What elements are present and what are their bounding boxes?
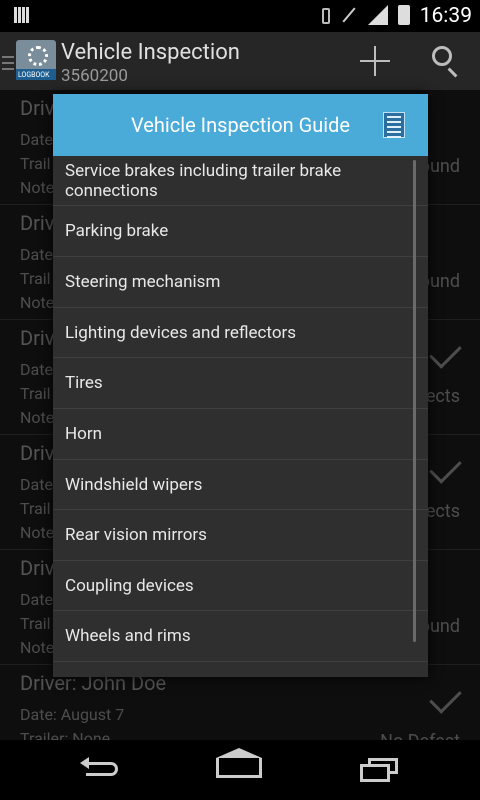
guide-item[interactable]: Coupling devices (53, 561, 428, 611)
status-icons (322, 5, 410, 25)
status-bar: 16:39 (0, 0, 480, 32)
document-icon[interactable] (383, 112, 405, 138)
home-icon[interactable] (216, 748, 262, 778)
notification-icon (14, 7, 32, 23)
guide-item[interactable]: Lighting devices and reflectors (53, 308, 428, 358)
navigation-bar (0, 740, 480, 800)
guide-item[interactable]: Steering mechanism (53, 257, 428, 308)
signal-icon (368, 5, 388, 25)
guide-item[interactable] (53, 662, 428, 677)
mute-icon (340, 6, 358, 24)
dialog-scrollbar[interactable] (413, 160, 416, 642)
bluetooth-icon (322, 8, 330, 24)
dialog-header: Vehicle Inspection Guide (53, 94, 428, 156)
guide-item[interactable]: Parking brake (53, 206, 428, 257)
dialog-title: Vehicle Inspection Guide (130, 113, 350, 137)
inspection-guide-dialog: Vehicle Inspection Guide Service brakes … (53, 94, 428, 677)
logo-dial-icon (28, 46, 48, 66)
page-title: Vehicle Inspection (61, 40, 240, 65)
guide-item[interactable]: Tires (53, 358, 428, 409)
guide-list: Service brakes including trailer brake c… (53, 156, 428, 677)
battery-icon (398, 5, 410, 25)
app-logo[interactable]: LOGBOOK (16, 40, 56, 80)
add-icon[interactable] (360, 46, 390, 76)
action-bar: LOGBOOK Vehicle Inspection 3560200 (0, 32, 480, 90)
drawer-icon[interactable] (2, 56, 14, 74)
guide-item[interactable]: Wheels and rims (53, 611, 428, 662)
status-clock: 16:39 (419, 4, 472, 28)
guide-item[interactable]: Horn (53, 409, 428, 460)
search-icon[interactable] (432, 46, 452, 66)
page-subtitle: 3560200 (61, 66, 128, 86)
guide-item[interactable]: Rear vision mirrors (53, 510, 428, 561)
logo-text: LOGBOOK (18, 71, 50, 79)
guide-item[interactable]: Service brakes including trailer brake c… (53, 156, 428, 206)
back-icon[interactable] (80, 757, 120, 780)
recent-apps-icon[interactable] (360, 758, 400, 782)
guide-item[interactable]: Windshield wipers (53, 460, 428, 510)
